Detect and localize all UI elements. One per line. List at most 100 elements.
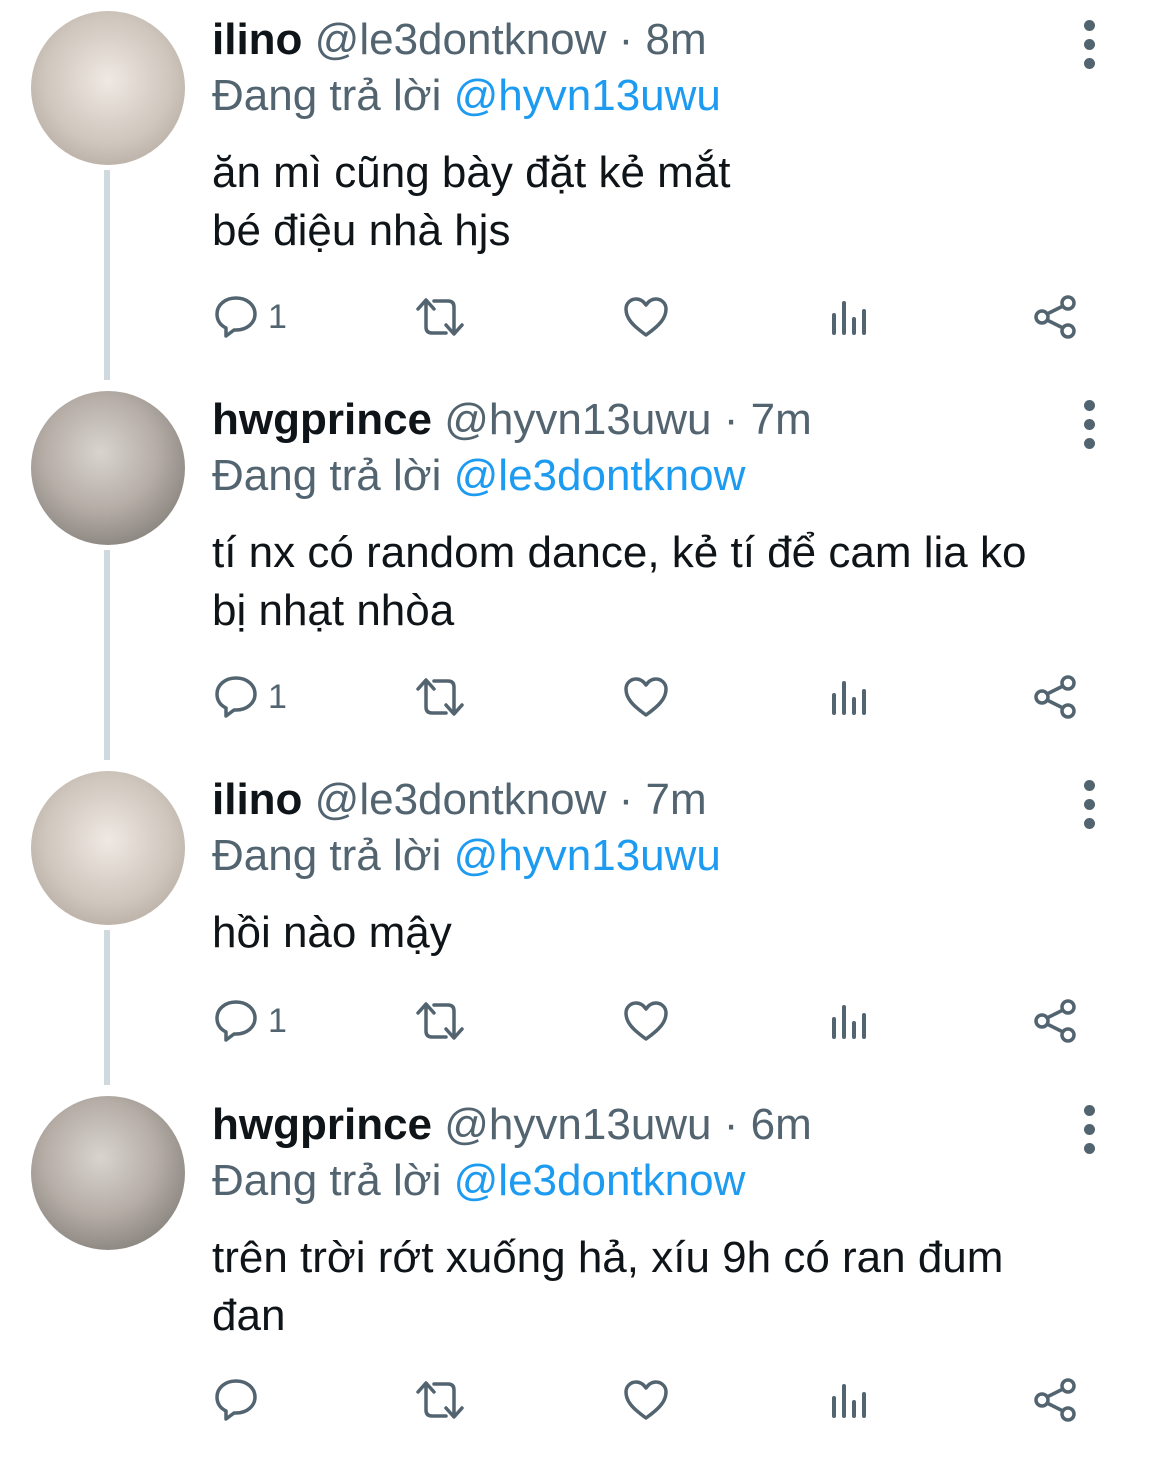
replying-to-label: Đang trả lời xyxy=(212,71,442,120)
share-icon xyxy=(1034,295,1076,339)
analytics-icon xyxy=(832,681,866,715)
share-button[interactable] xyxy=(1032,996,1080,1046)
analytics-icon xyxy=(832,301,866,335)
share-icon xyxy=(1034,999,1076,1043)
retweet-icon xyxy=(416,1381,464,1419)
user-handle[interactable]: @hyvn13uwu xyxy=(444,1100,711,1149)
like-button[interactable] xyxy=(622,996,670,1046)
reply-thread: ilino @le3dontknow · 8m Đang trả lời @hy… xyxy=(0,0,1152,1435)
more-vertical-icon[interactable] xyxy=(1076,20,1102,80)
heart-icon xyxy=(624,1380,668,1420)
reply-count: 1 xyxy=(268,1001,287,1040)
retweet-button[interactable] xyxy=(412,996,468,1046)
share-button[interactable] xyxy=(1032,672,1080,722)
analytics-icon xyxy=(832,1384,866,1418)
tweet-text-line: trên trời rớt xuống hả, xíu 9h có ran đu… xyxy=(212,1233,1004,1282)
display-name[interactable]: hwgprince xyxy=(212,395,432,444)
reply-button[interactable]: 1 xyxy=(212,672,287,722)
more-vertical-icon[interactable] xyxy=(1076,400,1102,460)
reply-button[interactable]: 1 xyxy=(212,996,287,1046)
user-handle[interactable]: @le3dontknow xyxy=(315,775,607,824)
tweet-text: ăn mì cũng bày đặt kẻ mắt bé điệu nhà hj… xyxy=(212,144,1102,260)
user-handle[interactable]: @le3dontknow xyxy=(315,15,607,64)
display-name[interactable]: ilino xyxy=(212,15,302,64)
heart-icon xyxy=(624,1001,668,1041)
reply-button[interactable]: 1 xyxy=(212,292,287,342)
mention-link[interactable]: @hyvn13uwu xyxy=(454,831,721,880)
separator: · xyxy=(723,1100,739,1149)
tweet-text-line: bé điệu nhà hjs xyxy=(212,206,511,255)
tweet[interactable]: ilino @le3dontknow · 8m Đang trả lời @hy… xyxy=(0,0,1152,380)
tweet-header: ilino @le3dontknow · 8m xyxy=(212,14,1072,66)
tweet[interactable]: hwgprince @hyvn13uwu · 7m Đang trả lời @… xyxy=(0,380,1152,760)
tweet[interactable]: ilino @le3dontknow · 7m Đang trả lời @hy… xyxy=(0,760,1152,1140)
action-bar: 1 xyxy=(212,996,1092,1046)
replying-to: Đang trả lời @hyvn13uwu xyxy=(212,830,721,882)
retweet-button[interactable] xyxy=(412,672,468,722)
reply-button[interactable] xyxy=(212,1375,268,1425)
analytics-icon xyxy=(832,1005,866,1039)
views-button[interactable] xyxy=(830,1375,870,1425)
tweet-text-line: đan xyxy=(212,1291,286,1340)
replying-to-label: Đang trả lời xyxy=(212,451,442,500)
reply-icon xyxy=(215,676,257,718)
mention-link[interactable]: @le3dontknow xyxy=(454,1156,746,1205)
share-icon xyxy=(1034,675,1076,719)
share-button[interactable] xyxy=(1032,1375,1080,1425)
tweet-header: hwgprince @hyvn13uwu · 7m xyxy=(212,394,1072,446)
tweet[interactable]: hwgprince @hyvn13uwu · 6m Đang trả lời @… xyxy=(0,1085,1152,1465)
retweet-button[interactable] xyxy=(412,1375,468,1425)
mention-link[interactable]: @hyvn13uwu xyxy=(454,71,721,120)
more-vertical-icon[interactable] xyxy=(1076,1105,1102,1165)
like-button[interactable] xyxy=(622,672,670,722)
views-button[interactable] xyxy=(830,672,870,722)
tweet-header: ilino @le3dontknow · 7m xyxy=(212,774,1072,826)
tweet-header: hwgprince @hyvn13uwu · 6m xyxy=(212,1099,1072,1151)
reply-count: 1 xyxy=(268,297,287,336)
share-icon xyxy=(1034,1378,1076,1422)
retweet-icon xyxy=(416,1002,464,1040)
tweet-text-line: bị nhạt nhòa xyxy=(212,586,455,635)
avatar[interactable] xyxy=(31,771,185,925)
heart-icon xyxy=(624,677,668,717)
reply-count: 1 xyxy=(268,677,287,716)
thread-connector xyxy=(104,550,110,760)
timestamp[interactable]: 7m xyxy=(751,395,812,444)
timestamp[interactable]: 6m xyxy=(751,1100,812,1149)
avatar[interactable] xyxy=(31,1096,185,1250)
reply-icon xyxy=(215,296,257,338)
views-button[interactable] xyxy=(830,996,870,1046)
action-bar: 1 xyxy=(212,292,1092,342)
display-name[interactable]: ilino xyxy=(212,775,302,824)
tweet-text-line: tí nx có random dance, kẻ tí để cam lia … xyxy=(212,528,1027,577)
replying-to: Đang trả lời @le3dontknow xyxy=(212,1155,745,1207)
like-button[interactable] xyxy=(622,292,670,342)
thread-connector xyxy=(104,930,110,1085)
timestamp[interactable]: 7m xyxy=(646,775,707,824)
action-bar xyxy=(212,1375,1092,1425)
timestamp[interactable]: 8m xyxy=(646,15,707,64)
heart-icon xyxy=(624,297,668,337)
replying-to-label: Đang trả lời xyxy=(212,1156,442,1205)
tweet-text-line: hồi nào mậy xyxy=(212,908,452,957)
separator: · xyxy=(618,775,634,824)
separator: · xyxy=(723,395,739,444)
retweet-icon xyxy=(416,678,464,716)
tweet-text: tí nx có random dance, kẻ tí để cam lia … xyxy=(212,524,1102,640)
display-name[interactable]: hwgprince xyxy=(212,1100,432,1149)
mention-link[interactable]: @le3dontknow xyxy=(454,451,746,500)
like-button[interactable] xyxy=(622,1375,670,1425)
retweet-icon xyxy=(416,298,464,336)
more-vertical-icon[interactable] xyxy=(1076,780,1102,840)
share-button[interactable] xyxy=(1032,292,1080,342)
tweet-text-line: ăn mì cũng bày đặt kẻ mắt xyxy=(212,148,731,197)
thread-connector xyxy=(104,170,110,380)
views-button[interactable] xyxy=(830,292,870,342)
reply-icon xyxy=(215,1379,257,1421)
retweet-button[interactable] xyxy=(412,292,468,342)
avatar[interactable] xyxy=(31,391,185,545)
avatar[interactable] xyxy=(31,11,185,165)
separator: · xyxy=(618,15,634,64)
replying-to-label: Đang trả lời xyxy=(212,831,442,880)
user-handle[interactable]: @hyvn13uwu xyxy=(444,395,711,444)
